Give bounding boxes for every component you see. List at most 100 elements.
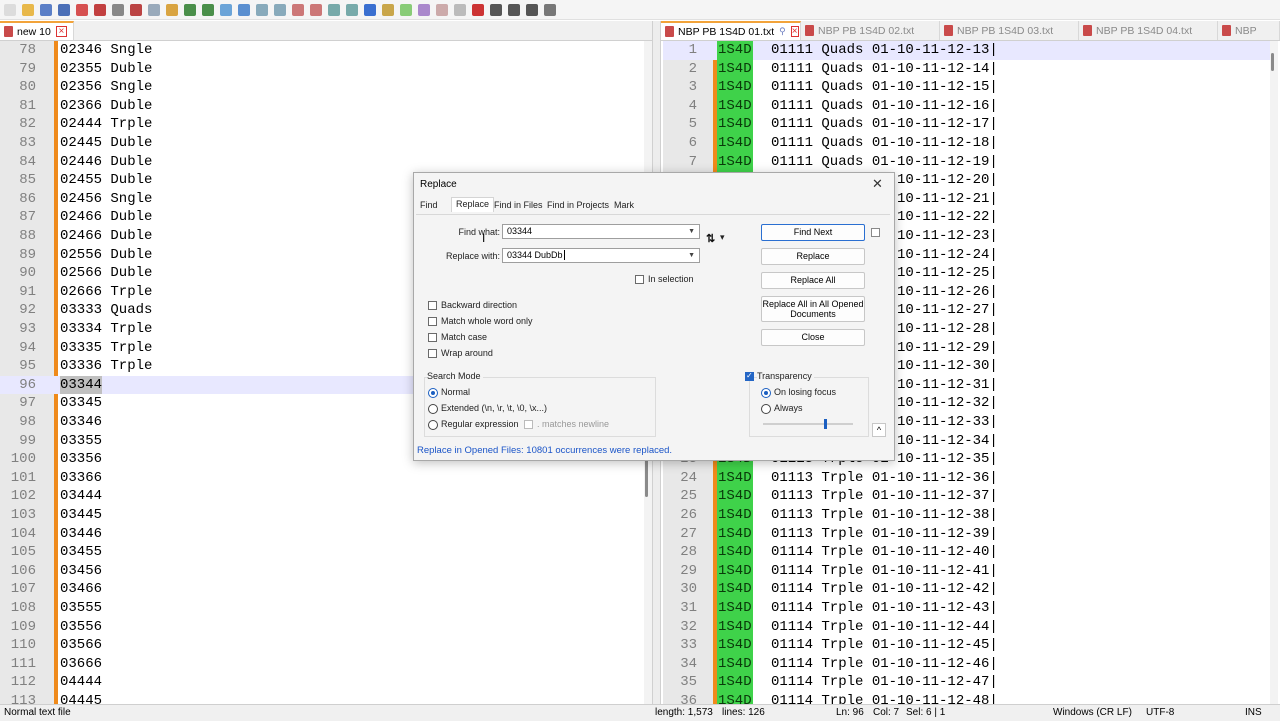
tab-file-04[interactable]: NBP PB 1S4D 04.txt: [1079, 21, 1218, 40]
close-button[interactable]: Close: [761, 329, 865, 346]
pin-icon[interactable]: ⚲: [779, 26, 786, 37]
replace-all-button[interactable]: Replace All: [761, 272, 865, 289]
editor-line[interactable]: 1 1S4D 01111 Quads 01-10-11-12-13|: [663, 41, 1270, 60]
editor-line[interactable]: 28 1S4D 01114 Trple 01-10-11-12-40|: [663, 543, 1270, 562]
tab-file-02[interactable]: NBP PB 1S4D 02.txt: [801, 21, 940, 40]
replace-all-opened-button[interactable]: Replace All in All Opened Documents: [761, 296, 865, 322]
swap-icon[interactable]: ⇅: [706, 232, 715, 245]
tab-find-in-projects[interactable]: Find in Projects: [547, 200, 609, 210]
editor-line[interactable]: 112 04444: [0, 673, 644, 692]
scroll-thumb[interactable]: [1271, 53, 1274, 71]
editor-line[interactable]: 25 1S4D 01113 Trple 01-10-11-12-37|: [663, 487, 1270, 506]
tab-file-05[interactable]: NBP: [1218, 21, 1280, 40]
editor-line[interactable]: 109 03556: [0, 618, 644, 637]
editor-line[interactable]: 34 1S4D 01114 Trple 01-10-11-12-46|: [663, 654, 1270, 674]
tab-file-01[interactable]: NBP PB 1S4D 01.txt ⚲ ×: [661, 21, 801, 40]
editor-line[interactable]: 30 1S4D 01114 Trple 01-10-11-12-42|: [663, 580, 1270, 599]
find-next-option-checkbox[interactable]: [871, 228, 880, 237]
whole-word-checkbox[interactable]: [428, 317, 437, 326]
editor-line[interactable]: 102 03444: [0, 487, 644, 506]
right-scrollbar[interactable]: [1270, 41, 1278, 704]
editor-line[interactable]: 33 1S4D 01114 Trple 01-10-11-12-45|: [663, 636, 1270, 655]
editor-line[interactable]: 7 1S4D 01111 Quads 01-10-11-12-19|: [663, 152, 1270, 172]
close-file-icon[interactable]: [76, 3, 88, 16]
editor-line[interactable]: 110 03566: [0, 636, 644, 655]
find-icon[interactable]: [220, 3, 232, 16]
play-macro-icon[interactable]: [508, 3, 520, 16]
collapse-icon[interactable]: ^: [872, 423, 886, 437]
editor-line[interactable]: 35 1S4D 01114 Trple 01-10-11-12-47|: [663, 673, 1270, 692]
editor-line[interactable]: 104 03446: [0, 525, 644, 544]
tab-find-in-files[interactable]: Find in Files: [494, 200, 543, 210]
wrap-icon[interactable]: [328, 3, 340, 16]
editor-line[interactable]: 29 1S4D 01114 Trple 01-10-11-12-41|: [663, 561, 1270, 581]
on-losing-focus-radio[interactable]: [761, 388, 771, 398]
wrap-around-checkbox[interactable]: [428, 349, 437, 358]
transparency-slider-track[interactable]: [763, 423, 853, 425]
encoding[interactable]: UTF-8: [1146, 707, 1174, 718]
editor-line[interactable]: 4 1S4D 01111 Quads 01-10-11-12-16|: [663, 96, 1270, 116]
close-icon[interactable]: ×: [55, 26, 67, 37]
swap-dropdown-icon[interactable]: ▾: [720, 232, 725, 243]
doc-map-icon[interactable]: [400, 3, 412, 16]
find-next-button[interactable]: Find Next: [761, 224, 865, 241]
editor-line[interactable]: 5 1S4D 01111 Quads 01-10-11-12-17|: [663, 115, 1270, 134]
editor-line[interactable]: 78 02346 Sngle: [0, 41, 644, 60]
editor-line[interactable]: 80 02356 Sngle: [0, 78, 644, 97]
editor-line[interactable]: 113 04445: [0, 692, 644, 704]
find-what-input[interactable]: 03344 ▼: [502, 224, 700, 239]
editor-line[interactable]: 6 1S4D 01111 Quads 01-10-11-12-18|: [663, 134, 1270, 153]
cut-icon[interactable]: [130, 3, 142, 16]
editor-line[interactable]: 107 03466: [0, 580, 644, 599]
lang-icon[interactable]: [382, 3, 394, 16]
editor-line[interactable]: 79 02355 Duble: [0, 60, 644, 79]
replace-button[interactable]: Replace: [761, 248, 865, 265]
stop-macro-icon[interactable]: [490, 3, 502, 16]
always-radio[interactable]: [761, 404, 771, 414]
eol-format[interactable]: Windows (CR LF): [1053, 707, 1132, 718]
print-icon[interactable]: [112, 3, 124, 16]
editor-line[interactable]: 82 02444 Trple: [0, 115, 644, 134]
replace-icon[interactable]: [238, 3, 250, 16]
copy-icon[interactable]: [148, 3, 160, 16]
mode-regex-radio[interactable]: [428, 420, 438, 430]
editor-line[interactable]: 101 03366: [0, 469, 644, 488]
replace-with-input[interactable]: 03344 DubDb ▼: [502, 248, 700, 263]
editor-line[interactable]: 24 1S4D 01113 Trple 01-10-11-12-36|: [663, 468, 1270, 488]
save-macro-icon[interactable]: [544, 3, 556, 16]
chevron-down-icon[interactable]: ▼: [688, 225, 695, 238]
tab-find[interactable]: Find: [420, 200, 438, 210]
open-file-icon[interactable]: [22, 3, 34, 16]
editor-line[interactable]: 83 02445 Duble: [0, 134, 644, 153]
save-icon[interactable]: [40, 3, 52, 16]
editor-line[interactable]: 84 02446 Duble: [0, 153, 644, 172]
editor-line[interactable]: 27 1S4D 01113 Trple 01-10-11-12-39|: [663, 524, 1270, 544]
monitor-icon[interactable]: [454, 3, 466, 16]
transparency-checkbox[interactable]: [745, 371, 754, 381]
editor-line[interactable]: 103 03445: [0, 506, 644, 525]
backward-direction-checkbox[interactable]: [428, 301, 437, 310]
mode-normal-radio[interactable]: [428, 388, 438, 398]
in-selection-checkbox[interactable]: [635, 275, 644, 284]
new-file-icon[interactable]: [4, 3, 16, 16]
paste-icon[interactable]: [166, 3, 178, 16]
redo-icon[interactable]: [202, 3, 214, 16]
close-icon[interactable]: ×: [790, 26, 799, 37]
all-chars-icon[interactable]: [346, 3, 358, 16]
close-icon[interactable]: ✕: [872, 176, 883, 192]
editor-line[interactable]: 81 02366 Duble: [0, 97, 644, 116]
close-all-icon[interactable]: [94, 3, 106, 16]
tab-new-10[interactable]: new 10 ×: [0, 21, 74, 40]
editor-line[interactable]: 32 1S4D 01114 Trple 01-10-11-12-44|: [663, 617, 1270, 637]
zoom-in-icon[interactable]: [256, 3, 268, 16]
editor-line[interactable]: 2 1S4D 01111 Quads 01-10-11-12-14|: [663, 59, 1270, 79]
mode-extended-radio[interactable]: [428, 404, 438, 414]
sync-v-icon[interactable]: [292, 3, 304, 16]
transparency-slider-handle[interactable]: [824, 419, 827, 429]
tab-replace[interactable]: Replace: [451, 197, 495, 212]
record-macro-icon[interactable]: [472, 3, 484, 16]
save-all-icon[interactable]: [58, 3, 70, 16]
function-list-icon[interactable]: [418, 3, 430, 16]
editor-line[interactable]: 108 03555: [0, 599, 644, 618]
chevron-down-icon[interactable]: ▼: [688, 249, 695, 262]
